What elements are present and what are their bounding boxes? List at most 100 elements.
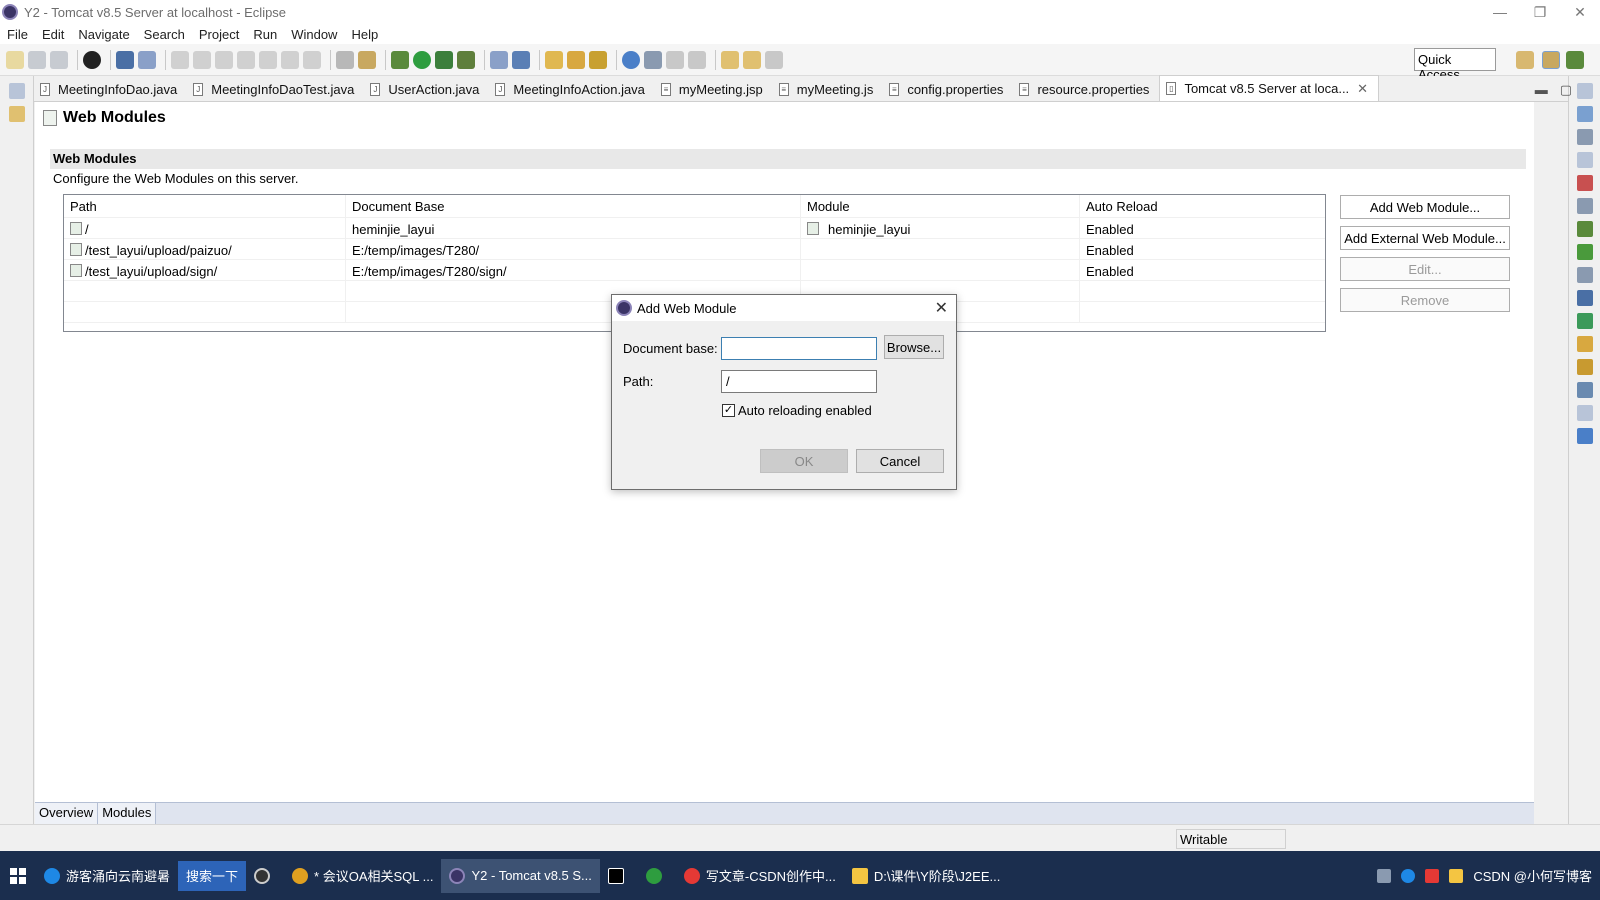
task-list-icon[interactable]: [1576, 129, 1593, 145]
tab-mymeeting-jsp[interactable]: ≡ myMeeting.jsp: [655, 77, 773, 101]
tab-mymeeting-js[interactable]: ≡ myMeeting.js: [773, 77, 884, 101]
close-button[interactable]: ✕: [1560, 0, 1600, 24]
debug-view-icon[interactable]: [1576, 382, 1593, 398]
cancel-button[interactable]: Cancel: [856, 449, 944, 473]
save-icon[interactable]: [28, 50, 46, 69]
tab-modules[interactable]: Modules: [98, 803, 157, 824]
junit-icon[interactable]: [1576, 359, 1593, 375]
tab-tomcat-server[interactable]: ▯ Tomcat v8.5 Server at loca... ✕: [1159, 75, 1380, 101]
taskbar-green-app[interactable]: [638, 859, 676, 893]
column-header-document-base[interactable]: Document Base: [346, 195, 801, 217]
progress-icon[interactable]: [1576, 313, 1593, 329]
minimize-button[interactable]: —: [1480, 0, 1520, 24]
coverage-icon[interactable]: [435, 50, 453, 69]
minimize-editor-icon[interactable]: ▬: [1535, 82, 1548, 98]
annotation-icon[interactable]: [644, 50, 662, 69]
taskbar-explorer[interactable]: D:\课件\Y阶段\J2EE...: [844, 859, 1008, 893]
menu-project[interactable]: Project: [199, 27, 239, 42]
taskbar-search-button[interactable]: 搜索一下: [178, 860, 247, 891]
markers-icon[interactable]: [1576, 175, 1593, 191]
menu-navigate[interactable]: Navigate: [78, 27, 129, 42]
close-tab-icon[interactable]: ✕: [1357, 81, 1368, 97]
taskbar-intellij[interactable]: [600, 859, 638, 893]
menu-file[interactable]: File: [7, 27, 28, 42]
maximize-editor-icon[interactable]: ▢: [1560, 82, 1572, 98]
restore-icon[interactable]: [8, 83, 25, 99]
tab-resource-properties[interactable]: ≡ resource.properties: [1013, 77, 1159, 101]
add-web-module-button[interactable]: Add Web Module...: [1340, 195, 1510, 219]
next-annotation-icon[interactable]: [666, 50, 684, 69]
last-edit-icon[interactable]: [721, 50, 739, 69]
document-base-input[interactable]: [721, 337, 877, 360]
project-explorer-icon[interactable]: [8, 106, 25, 122]
edit-button[interactable]: Edit...: [1340, 257, 1510, 281]
run-icon[interactable]: [413, 50, 431, 69]
remove-button[interactable]: Remove: [1340, 288, 1510, 312]
taskbar-eclipse[interactable]: Y2 - Tomcat v8.5 S...: [441, 858, 600, 893]
auto-reload-checkbox[interactable]: ✓ Auto reloading enabled: [722, 403, 872, 418]
forward-icon[interactable]: [765, 50, 783, 69]
servers-icon[interactable]: [1576, 221, 1593, 237]
use-step-filters-icon[interactable]: [358, 50, 376, 69]
menu-search[interactable]: Search: [144, 27, 185, 42]
path-input[interactable]: /: [721, 370, 877, 393]
tab-config-properties[interactable]: ≡ config.properties: [883, 77, 1013, 101]
taskbar-app-circle[interactable]: [246, 859, 284, 893]
tray-app-icon[interactable]: [1425, 868, 1440, 883]
snippets-icon[interactable]: [1576, 267, 1593, 283]
properties-icon[interactable]: [1576, 198, 1593, 214]
quick-access-field[interactable]: Quick Access: [1414, 48, 1496, 82]
search-icon[interactable]: [589, 50, 607, 69]
column-header-auto-reload[interactable]: Auto Reload: [1080, 195, 1325, 217]
skip-breakpoints-icon[interactable]: [138, 50, 156, 69]
tab-meetinginfodao[interactable]: J MeetingInfoDao.java: [34, 77, 187, 101]
help-icon[interactable]: [1576, 428, 1593, 444]
new-icon[interactable]: [6, 50, 24, 69]
web-browser-icon[interactable]: [622, 50, 640, 69]
keyboard-icon[interactable]: [1377, 868, 1392, 883]
tray-app-icon[interactable]: [1449, 868, 1464, 883]
new-java-class-icon[interactable]: [512, 50, 530, 69]
save-all-icon[interactable]: [50, 50, 68, 69]
previous-annotation-icon[interactable]: [688, 50, 706, 69]
taskbar-chrome-csdn[interactable]: 写文章-CSDN创作中...: [676, 859, 844, 893]
console-icon[interactable]: [116, 50, 134, 69]
table-row[interactable]: / heminjie_layui heminjie_layui Enabled: [64, 218, 1325, 239]
tab-useraction[interactable]: J UserAction.java: [364, 77, 489, 101]
table-row[interactable]: /test_layui/upload/paizuo/ E:/temp/image…: [64, 239, 1325, 260]
table-row[interactable]: /test_layui/upload/sign/ E:/temp/images/…: [64, 260, 1325, 281]
ok-button[interactable]: OK: [760, 449, 848, 473]
external-tools-icon[interactable]: [457, 50, 475, 69]
add-external-web-module-button[interactable]: Add External Web Module...: [1340, 226, 1510, 250]
java-ee-perspective-icon[interactable]: [1542, 51, 1560, 69]
word-wrap-icon[interactable]: [336, 50, 354, 69]
checkmark-icon[interactable]: ✓: [722, 404, 735, 417]
restore-icon[interactable]: [1576, 405, 1593, 421]
tab-meetinginfodaotest[interactable]: J MeetingInfoDaoTest.java: [187, 77, 364, 101]
tab-meetinginfoaction[interactable]: J MeetingInfoAction.java: [489, 77, 655, 101]
profile-icon[interactable]: [83, 50, 101, 69]
browse-button[interactable]: Browse...: [884, 335, 944, 359]
start-button[interactable]: [0, 851, 36, 900]
menu-help[interactable]: Help: [351, 27, 378, 42]
maximize-button[interactable]: ❐: [1520, 0, 1560, 24]
bluetooth-icon[interactable]: [1401, 868, 1416, 883]
console-icon[interactable]: [1576, 290, 1593, 306]
menu-run[interactable]: Run: [253, 27, 277, 42]
tab-overview[interactable]: Overview: [35, 803, 99, 824]
section-header[interactable]: Web Modules: [50, 149, 1526, 169]
taskbar-chrome-sql[interactable]: * 会议OA相关SQL ...: [284, 859, 441, 893]
restore-icon[interactable]: [1576, 152, 1593, 168]
menu-window[interactable]: Window: [291, 27, 337, 42]
restore-icon[interactable]: [1576, 83, 1593, 99]
new-server-icon[interactable]: [490, 50, 508, 69]
column-header-module[interactable]: Module: [801, 195, 1080, 217]
data-source-icon[interactable]: [1576, 244, 1593, 260]
debug-icon[interactable]: [391, 50, 409, 69]
open-task-icon[interactable]: [567, 50, 585, 69]
dialog-close-button[interactable]: ✕: [935, 298, 948, 318]
outline-icon[interactable]: [1576, 106, 1593, 122]
search-icon[interactable]: [1576, 336, 1593, 352]
menu-edit[interactable]: Edit: [42, 27, 64, 42]
open-perspective-icon[interactable]: [1516, 51, 1534, 69]
